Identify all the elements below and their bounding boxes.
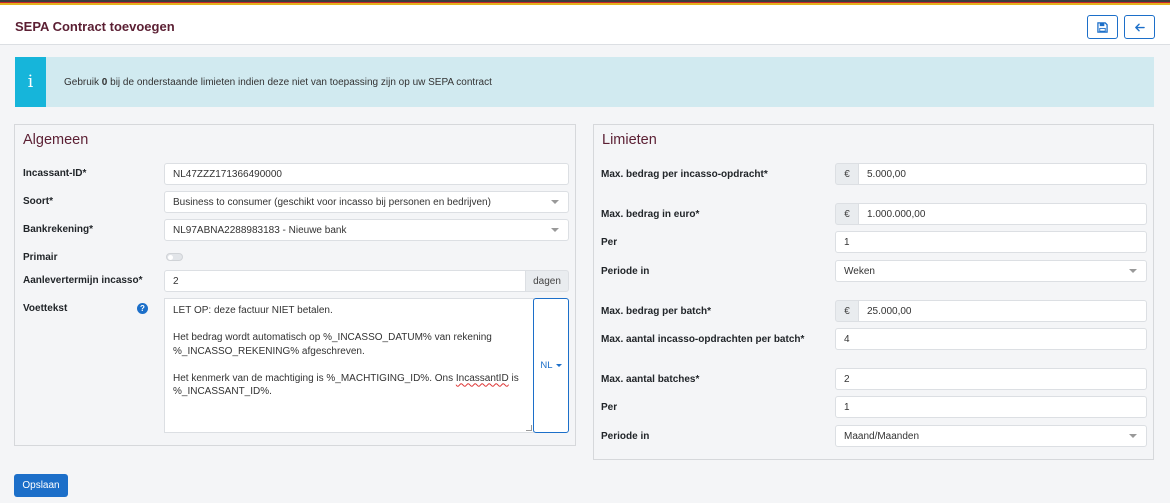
voettekst-textarea[interactable]: LET OP: deze factuur NIET betalen. Het b… [164, 298, 534, 433]
max-euro-input[interactable]: 1.000.000,00 [858, 203, 1147, 225]
algemeen-panel: Algemeen Incassant-ID* NL47ZZZ1713664900… [14, 124, 576, 446]
max-euro-label: Max. bedrag in euro* [601, 209, 700, 220]
save-button[interactable]: Opslaan [14, 474, 68, 497]
language-dropdown[interactable]: NL [533, 298, 569, 433]
max-batches-label: Max. aantal batches* [601, 374, 700, 385]
max-opdracht-input[interactable]: 5.000,00 [858, 163, 1147, 185]
chevron-down-icon [1129, 434, 1137, 438]
arrow-left-icon [1135, 23, 1145, 31]
soort-select[interactable]: Business to consumer (geschikt voor inca… [164, 191, 569, 213]
euro-addon: € [835, 300, 859, 322]
periode-label: Periode in [601, 266, 650, 277]
info-alert: i Gebruik 0 bij de onderstaande limieten… [15, 57, 1154, 107]
max-batch-label: Max. bedrag per batch* [601, 306, 712, 317]
help-icon[interactable]: ? [137, 303, 148, 314]
per-label: Per [601, 237, 618, 248]
floppy-disk-icon [1097, 21, 1108, 33]
algemeen-title: Algemeen [23, 132, 89, 148]
max-batch-input[interactable]: 25.000,00 [858, 300, 1147, 322]
page-title: SEPA Contract toevoegen [15, 19, 175, 34]
primair-toggle[interactable] [166, 253, 183, 261]
limieten-panel: Limieten Max. bedrag per incasso-opdrach… [593, 124, 1154, 460]
max-batches-input[interactable]: 2 [835, 368, 1147, 390]
limieten-title: Limieten [602, 132, 657, 148]
dagen-addon: dagen [525, 270, 569, 292]
aanlevertermijn-label: Aanlevertermijn incasso* [23, 275, 143, 286]
voettekst-label: Voettekst [23, 303, 68, 314]
soort-label: Soort* [23, 196, 53, 207]
chevron-down-icon [551, 200, 559, 204]
bankrekening-select[interactable]: NL97ABNA2288983183 - Nieuwe bank [164, 219, 569, 241]
periode-label: Periode in [601, 431, 650, 442]
bankrekening-label: Bankrekening* [23, 224, 94, 235]
resize-handle[interactable] [526, 425, 532, 431]
per-input[interactable]: 1 [835, 231, 1147, 253]
max-opdracht-label: Max. bedrag per incasso-opdracht* [601, 169, 768, 180]
back-button[interactable] [1124, 15, 1155, 39]
chevron-down-icon [1129, 269, 1137, 273]
periode-select[interactable]: Maand/Maanden [835, 425, 1147, 447]
incassant-id-input[interactable]: NL47ZZZ171366490000 [164, 163, 569, 185]
save-icon-button[interactable] [1087, 15, 1118, 39]
primair-label: Primair [23, 252, 58, 263]
info-text: Gebruik 0 bij de onderstaande limieten i… [64, 76, 492, 88]
per-input[interactable]: 1 [835, 396, 1147, 418]
info-icon: i [15, 57, 46, 107]
periode-select[interactable]: Weken [835, 260, 1147, 282]
euro-addon: € [835, 163, 859, 185]
page-header: SEPA Contract toevoegen [0, 5, 1170, 45]
max-aantal-label: Max. aantal incasso-opdrachten per batch… [601, 334, 805, 345]
caret-down-icon [555, 364, 562, 367]
chevron-down-icon [551, 228, 559, 232]
incassant-id-label: Incassant-ID* [23, 168, 87, 179]
per-label: Per [601, 402, 618, 413]
max-aantal-input[interactable]: 4 [835, 328, 1147, 350]
euro-addon: € [835, 203, 859, 225]
aanlevertermijn-input[interactable]: 2 [164, 270, 526, 292]
